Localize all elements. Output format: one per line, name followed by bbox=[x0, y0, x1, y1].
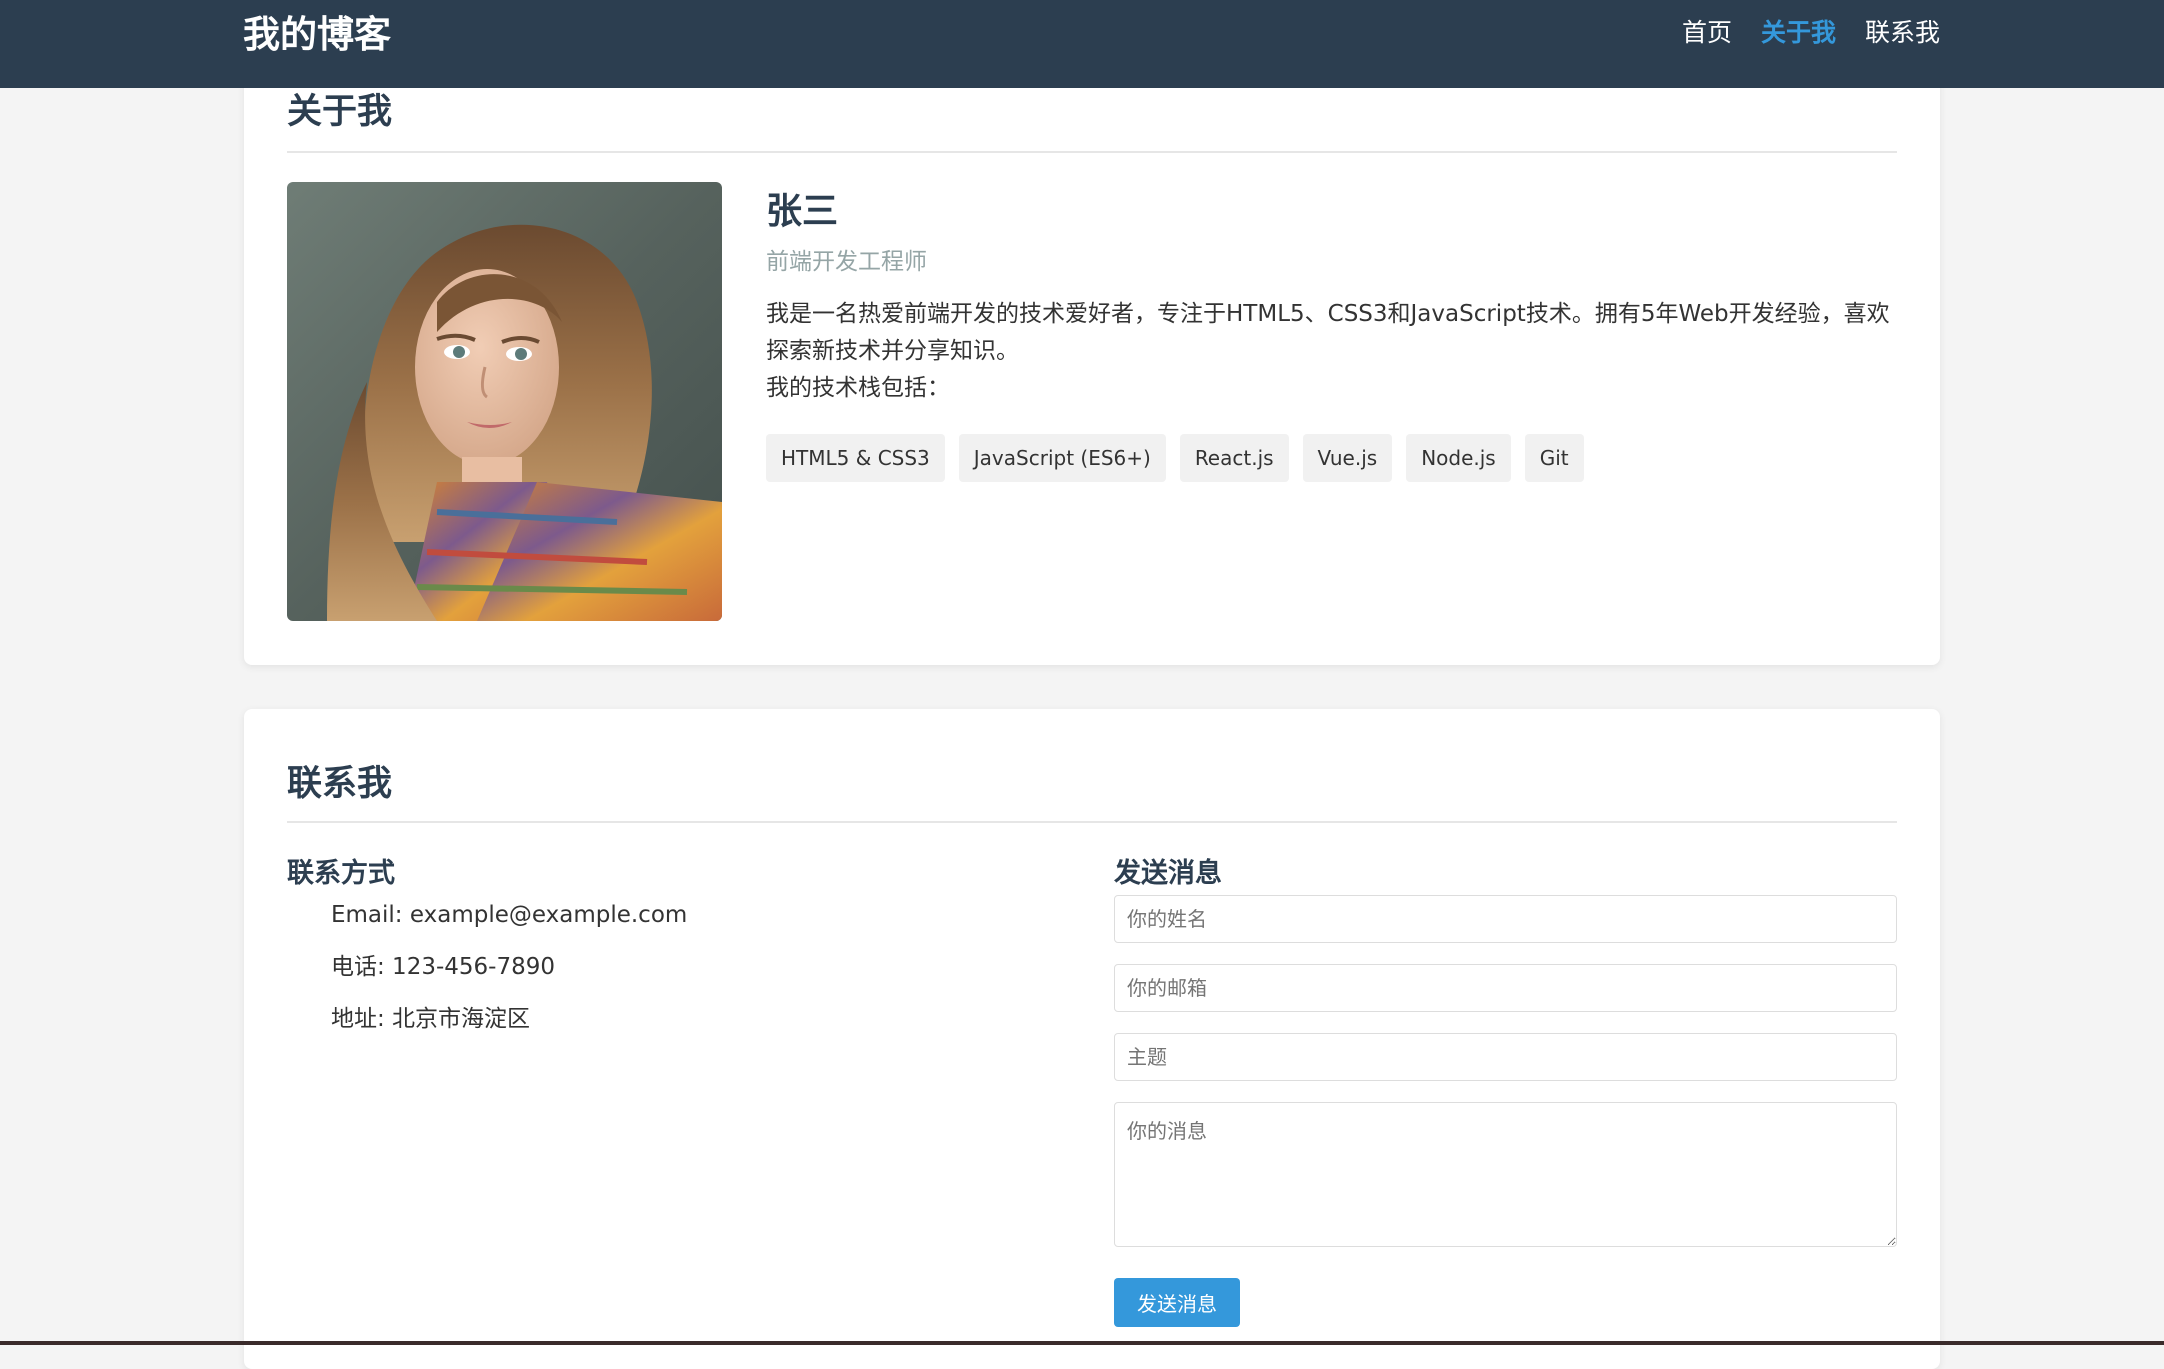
contact-email: Email: example@example.com bbox=[331, 902, 688, 928]
nav-item-about[interactable]: 关于我 bbox=[1761, 16, 1836, 50]
about-section: 关于我 张三 前端开发工程师 我是一名热爱前端开发的技术爱好者，专注于HTML5… bbox=[244, 50, 1940, 665]
site-logo[interactable]: 我的博客 bbox=[243, 13, 391, 57]
contact-address: 地址: 北京市海淀区 bbox=[331, 1006, 531, 1032]
skill-tags: HTML5 & CSS3 JavaScript (ES6+) React.js … bbox=[766, 434, 1897, 482]
profile-photo bbox=[287, 182, 722, 621]
skill-tag: JavaScript (ES6+) bbox=[958, 434, 1166, 482]
message-form-title: 发送消息 bbox=[1114, 858, 1222, 889]
send-message-button[interactable]: 发送消息 bbox=[1114, 1278, 1240, 1327]
message-textarea[interactable] bbox=[1114, 1102, 1897, 1247]
nav-item-contact[interactable]: 联系我 bbox=[1865, 16, 1940, 50]
bio-text: 我是一名热爱前端开发的技术爱好者，专注于HTML5、CSS3和JavaScrip… bbox=[766, 301, 1890, 364]
contact-title: 联系我 bbox=[287, 764, 393, 804]
name-input[interactable] bbox=[1114, 895, 1897, 943]
skill-tag: Git bbox=[1524, 434, 1584, 482]
nav-item-home[interactable]: 首页 bbox=[1682, 16, 1732, 50]
profile-bio: 我是一名热爱前端开发的技术爱好者，专注于HTML5、CSS3和JavaScrip… bbox=[766, 296, 1897, 407]
window-bottom-edge bbox=[0, 1341, 2164, 1345]
skill-tag: HTML5 & CSS3 bbox=[766, 434, 945, 482]
contact-info-title: 联系方式 bbox=[287, 858, 395, 889]
contact-phone: 电话: 123-456-7890 bbox=[331, 954, 555, 980]
profile-name: 张三 bbox=[766, 191, 839, 232]
skill-tag: React.js bbox=[1179, 434, 1289, 482]
about-divider bbox=[287, 151, 1897, 153]
skill-tag: Vue.js bbox=[1302, 434, 1393, 482]
skill-tag: Node.js bbox=[1406, 434, 1511, 482]
contact-info-list: Email: example@example.com 电话: 123-456-7… bbox=[331, 899, 687, 1055]
email-input[interactable] bbox=[1114, 964, 1897, 1012]
message-form: 发送消息 bbox=[1114, 895, 1897, 1327]
profile-role: 前端开发工程师 bbox=[766, 249, 927, 275]
stack-intro: 我的技术栈包括： bbox=[766, 375, 950, 401]
contact-divider bbox=[287, 821, 1897, 823]
top-navbar: 我的博客 首页 关于我 联系我 bbox=[0, 0, 2164, 88]
main-nav: 首页 关于我 联系我 bbox=[1682, 16, 1940, 50]
profile-info: 张三 前端开发工程师 我是一名热爱前端开发的技术爱好者，专注于HTML5、CSS… bbox=[766, 188, 1897, 482]
about-title: 关于我 bbox=[287, 92, 393, 132]
contact-section: 联系我 联系方式 Email: example@example.com 电话: … bbox=[244, 709, 1940, 1369]
subject-input[interactable] bbox=[1114, 1033, 1897, 1081]
portrait-photo-icon bbox=[287, 182, 722, 621]
